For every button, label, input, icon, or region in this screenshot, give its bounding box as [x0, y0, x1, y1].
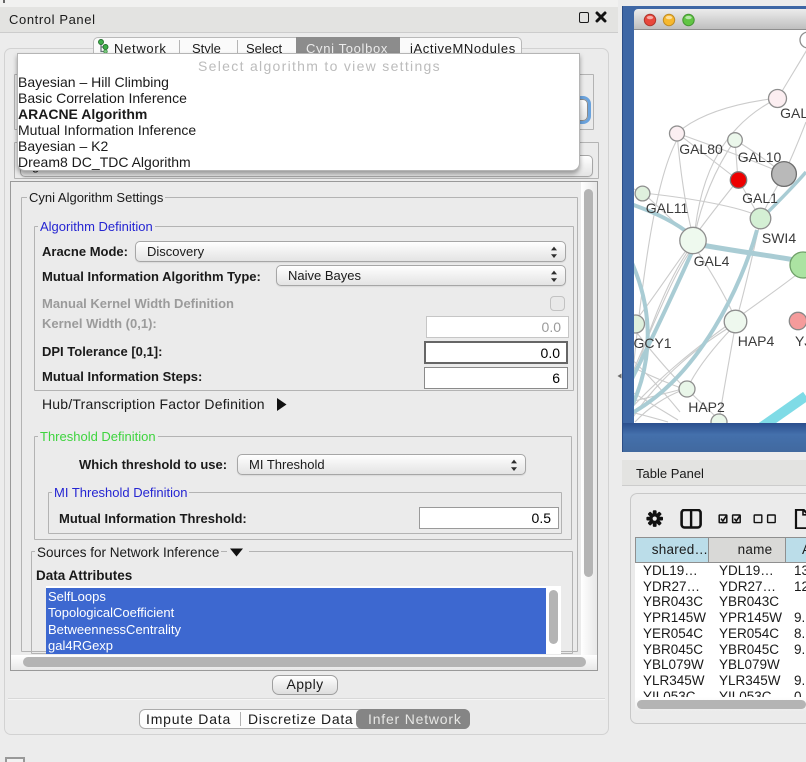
- svg-text:GAL2: GAL2: [780, 105, 806, 121]
- svg-text:GAL1: GAL1: [742, 190, 778, 206]
- svg-text:GAL80: GAL80: [679, 141, 723, 157]
- svg-text:SWI4: SWI4: [762, 230, 796, 246]
- svg-text:HAP2: HAP2: [688, 399, 725, 415]
- svg-text:HAP4: HAP4: [738, 333, 775, 349]
- svg-text:GAL4: GAL4: [694, 253, 730, 269]
- svg-text:GCY1: GCY1: [634, 335, 672, 351]
- svg-text:GAL10: GAL10: [738, 149, 782, 165]
- svg-text:GAL11: GAL11: [646, 200, 689, 216]
- svg-text:YJL: YJL: [795, 333, 806, 349]
